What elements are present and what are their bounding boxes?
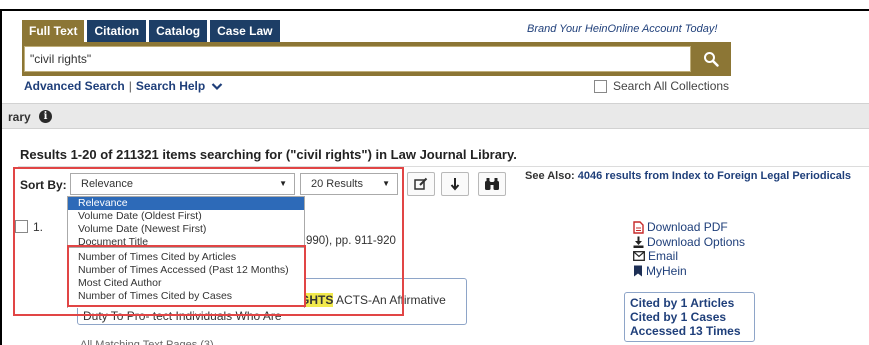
brand-account-link[interactable]: Brand Your HeinOnline Account Today! <box>527 23 717 35</box>
search-tabs: Full Text Citation Catalog Case Law <box>22 20 283 42</box>
cited-by-cases[interactable]: Cited by 1 Cases <box>630 310 749 324</box>
myhein-label: MyHein <box>646 264 687 278</box>
result-title[interactable]: GHTS ACTS-An Affirmative <box>300 293 446 307</box>
frame-left-border <box>0 9 2 345</box>
results-summary: Results 1-20 of 211321 items searching f… <box>20 147 517 162</box>
tab-case-law[interactable]: Case Law <box>210 20 280 42</box>
result-number: 1. <box>33 220 44 234</box>
envelope-icon <box>633 251 645 261</box>
search-within-button[interactable] <box>478 172 506 196</box>
email-label: Email <box>648 249 679 263</box>
sort-dropdown-list: Relevance Volume Date (Oldest First) Vol… <box>67 196 305 248</box>
sort-caret-icon: ▼ <box>279 179 287 188</box>
search-icon <box>704 52 719 67</box>
search-panel <box>22 42 731 76</box>
sort-arrow-icon <box>450 178 460 191</box>
frame-top-border <box>0 9 869 11</box>
sort-option-date-oldest[interactable]: Volume Date (Oldest First) <box>68 210 304 223</box>
download-pdf-link[interactable]: Download PDF <box>633 220 728 234</box>
sort-dropdown-list-extra: Number of Times Cited by Articles Number… <box>67 248 305 308</box>
results-count-value: 20 Results <box>311 178 363 190</box>
chevron-down-icon[interactable] <box>211 82 223 91</box>
pdf-icon <box>633 220 644 234</box>
matching-pages-link[interactable]: All Matching Text Pages (3) <box>80 339 214 345</box>
see-also: See Also: 4046 results from Index to For… <box>525 170 851 182</box>
search-all-checkbox[interactable] <box>594 79 607 93</box>
edit-search-button[interactable] <box>407 172 435 196</box>
title-highlight: GHTS <box>300 293 334 307</box>
tab-catalog[interactable]: Catalog <box>149 20 208 42</box>
sort-option-most-cited-author[interactable]: Most Cited Author <box>68 277 304 290</box>
search-links-row: Advanced Search | Search Help <box>24 79 223 93</box>
search-input[interactable] <box>24 46 691 72</box>
count-caret-icon: ▼ <box>382 179 390 188</box>
tab-full-text[interactable]: Full Text <box>22 20 85 42</box>
sort-option-times-accessed[interactable]: Number of Times Accessed (Past 12 Months… <box>68 264 304 277</box>
download-options-link[interactable]: Download Options <box>633 235 745 249</box>
result-citation-pages: 990), pp. 911-920 <box>306 235 396 247</box>
sort-select[interactable]: Relevance ▼ <box>70 173 295 195</box>
results-divider <box>18 166 869 167</box>
download-options-label: Download Options <box>647 235 746 249</box>
sort-direction-button[interactable] <box>441 172 469 196</box>
edit-icon <box>414 177 428 190</box>
cited-by-articles[interactable]: Cited by 1 Articles <box>630 296 749 310</box>
info-icon[interactable]: i <box>39 110 52 123</box>
advanced-search-link[interactable]: Advanced Search <box>24 79 125 93</box>
binoculars-icon <box>485 178 499 190</box>
sort-select-value: Relevance <box>81 178 133 190</box>
tab-citation[interactable]: Citation <box>87 20 147 42</box>
sort-option-relevance[interactable]: Relevance <box>68 197 304 210</box>
result-title-line2[interactable]: Duty To Pro- tect Individuals Who Are <box>83 309 282 323</box>
title-rest: ACTS-An Affirmative <box>333 293 446 307</box>
download-pdf-label: Download PDF <box>647 220 728 234</box>
see-also-prefix: See Also: <box>525 170 578 182</box>
sort-option-cited-by-cases[interactable]: Number of Times Cited by Cases <box>68 290 304 303</box>
library-bar: rary i <box>2 103 869 129</box>
link-separator: | <box>128 79 132 93</box>
citation-stats-box: Cited by 1 Articles Cited by 1 Cases Acc… <box>624 292 755 342</box>
sort-option-date-newest[interactable]: Volume Date (Newest First) <box>68 223 304 236</box>
myhein-link[interactable]: MyHein <box>633 264 687 278</box>
accessed-count: Accessed 13 Times <box>630 324 741 338</box>
search-all-collections[interactable]: Search All Collections <box>594 79 729 93</box>
result-checkbox[interactable] <box>15 220 28 233</box>
library-label: rary <box>8 110 31 124</box>
search-all-label: Search All Collections <box>613 79 730 93</box>
bookmark-icon <box>634 265 642 277</box>
download-icon <box>633 236 644 248</box>
search-help-link[interactable]: Search Help <box>136 79 205 93</box>
results-count-select[interactable]: 20 Results ▼ <box>300 173 398 195</box>
see-also-link[interactable]: 4046 results from Index to Foreign Legal… <box>578 170 851 182</box>
sort-by-label: Sort By: <box>20 178 67 192</box>
email-link[interactable]: Email <box>633 249 678 263</box>
sort-option-cited-by-articles[interactable]: Number of Times Cited by Articles <box>68 251 304 264</box>
search-button[interactable] <box>693 46 729 72</box>
